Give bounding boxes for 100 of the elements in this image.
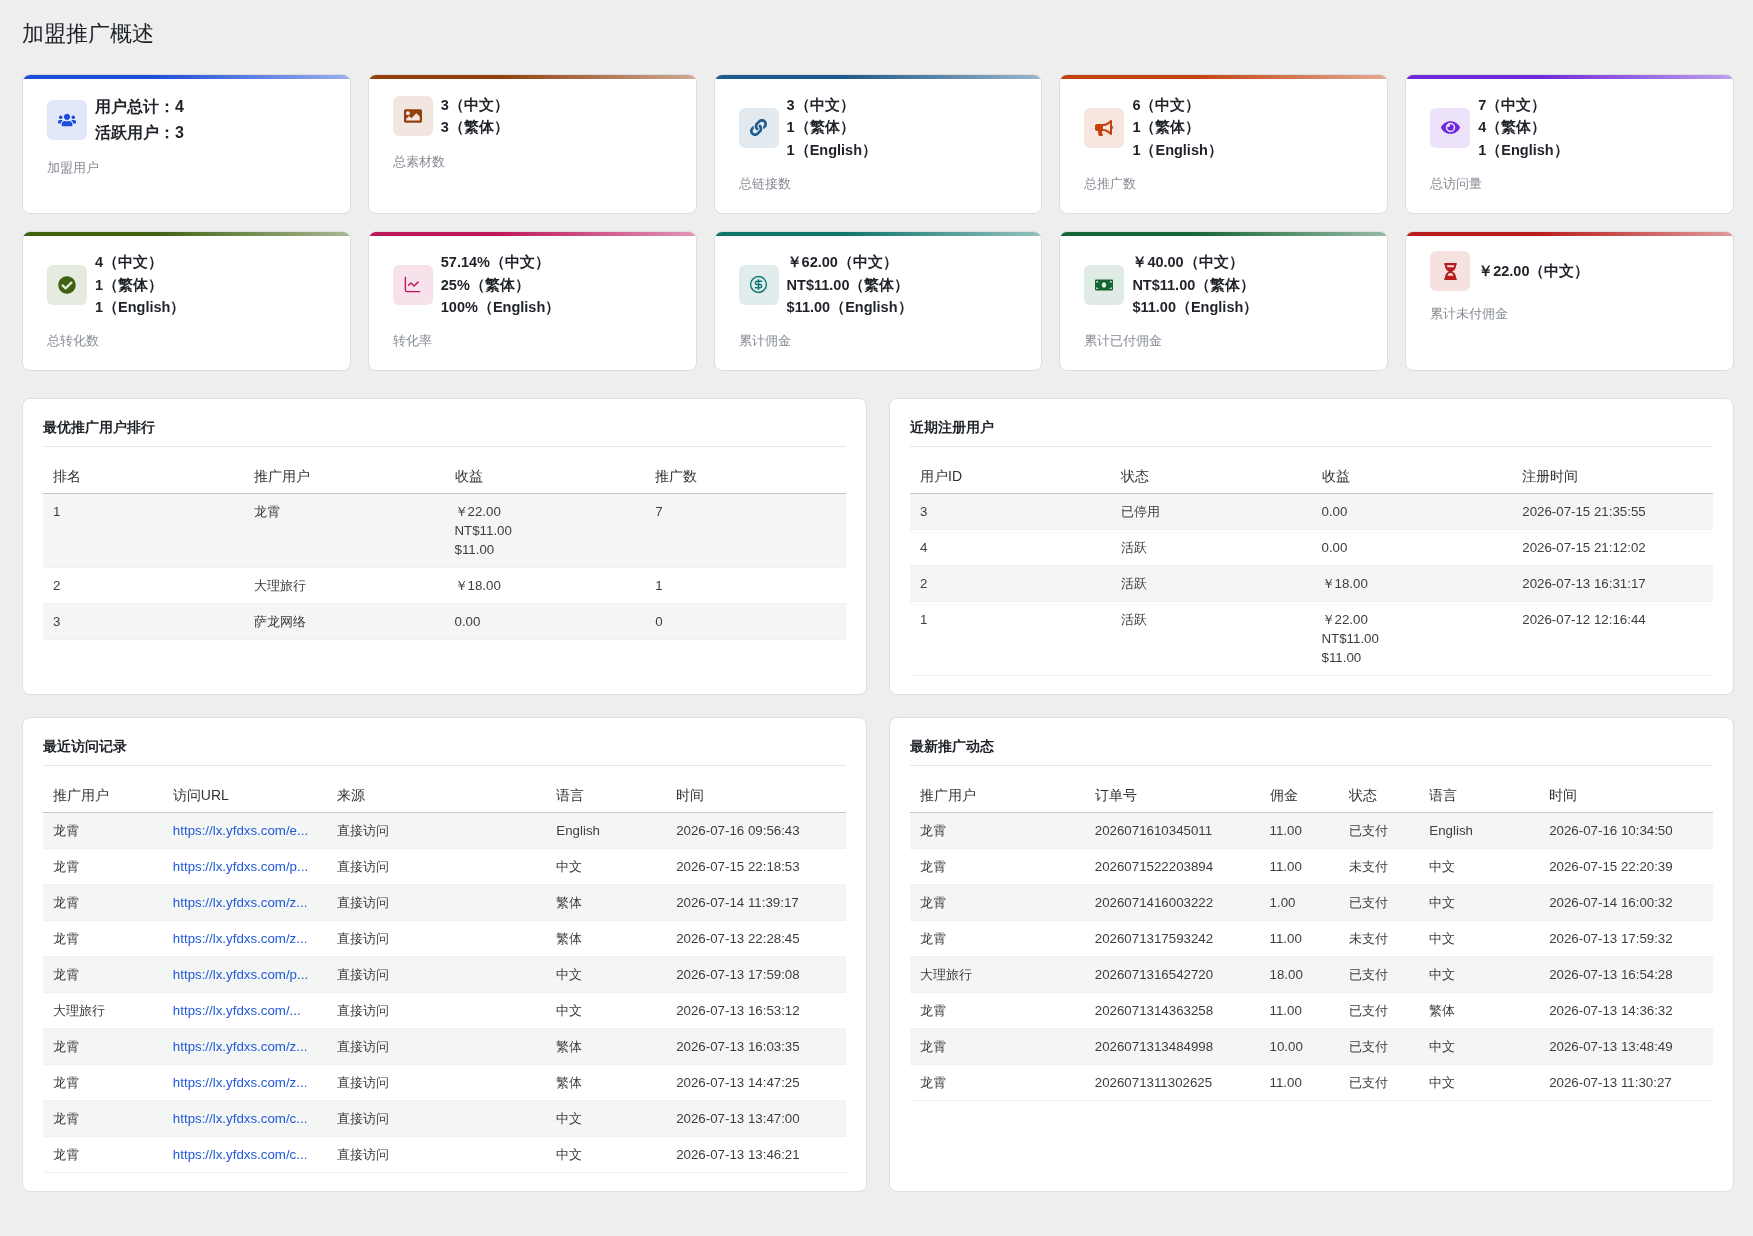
table-cell: 2026-07-15 21:35:55 (1512, 493, 1713, 530)
table-cell: 已支付 (1339, 1028, 1420, 1065)
url-link[interactable]: https://lx.yfdxs.com/... (172, 1003, 301, 1019)
table-cell: 2026-07-14 16:00:32 (1539, 884, 1713, 921)
table-cell: 龙霄 (43, 1028, 163, 1065)
table-cell: 中文 (546, 848, 667, 885)
table-cell: 已支付 (1339, 956, 1420, 993)
column-header: 收益 (1311, 459, 1513, 494)
table-cell: 3 (43, 603, 244, 640)
table-cell: 龙霄 (910, 848, 1085, 885)
column-header: 注册时间 (1512, 459, 1713, 494)
table-cell: 直接访问 (326, 1100, 547, 1137)
amount-text: ￥22.00 (1321, 611, 1368, 630)
url-link[interactable]: https://lx.yfdxs.com/c... (172, 1111, 308, 1127)
stat-value: 57.14%（中文） (440, 253, 550, 273)
amount-text: NT$11.00 (454, 522, 512, 541)
table-cell: 7 (645, 493, 846, 568)
column-header: 收益 (444, 459, 646, 494)
amount-text: 0.00 (1321, 539, 1348, 558)
table-cell: 中文 (1419, 884, 1540, 921)
table-cell: 直接访问 (326, 1064, 547, 1101)
table-cell: 龙霄 (43, 812, 163, 849)
eye-icon (1430, 107, 1471, 148)
stat-label: 累计未付佣金 (1430, 306, 1509, 324)
stat-value: 25%（繁体） (440, 275, 530, 295)
megaphone-icon (1084, 107, 1125, 148)
table-cell: 直接访问 (326, 1136, 547, 1173)
table-cell: 1 (910, 601, 1111, 676)
table-cell: 2026-07-13 14:47:25 (666, 1064, 846, 1101)
table-cell: 龙霄 (910, 992, 1085, 1029)
stat-value: 1（繁体） (786, 118, 855, 138)
column-header: 来源 (326, 778, 547, 813)
table-cell: 龙霄 (43, 1136, 163, 1173)
table-cell: 4 (910, 529, 1111, 566)
table-cell: 10.00 (1259, 1028, 1340, 1065)
table-cell: 2026-07-13 14:36:32 (1539, 992, 1713, 1029)
column-header: 推广数 (645, 459, 846, 494)
table-cell: 2026071317593242 (1084, 920, 1260, 957)
table-cell: 2026-07-13 11:30:27 (1539, 1064, 1713, 1101)
table-cell: 2026-07-16 09:56:43 (666, 812, 846, 849)
table-cell: 直接访问 (326, 1028, 547, 1065)
url-link[interactable]: https://lx.yfdxs.com/p... (172, 967, 309, 983)
column-header: 排名 (43, 459, 244, 494)
column-header: 访问URL (162, 778, 327, 813)
column-header: 推广用户 (243, 459, 445, 494)
url-link[interactable]: https://lx.yfdxs.com/e... (172, 823, 309, 839)
url-link[interactable]: https://lx.yfdxs.com/c... (172, 1147, 308, 1163)
table-cell: 2026-07-13 16:54:28 (1539, 956, 1713, 993)
table-cell: 2026-07-13 17:59:08 (666, 956, 846, 993)
table-cell: 繁体 (546, 920, 667, 957)
link-icon (738, 107, 779, 148)
line-chart-icon (392, 264, 433, 305)
table-cell: 2026071416003222 (1084, 884, 1260, 921)
stat-value: 1（繁体） (1132, 118, 1201, 138)
table-cell: 2026071522203894 (1084, 848, 1260, 885)
table-cell: 2026071314363258 (1084, 992, 1260, 1029)
hourglass-icon (1430, 251, 1471, 292)
table-cell: 中文 (546, 1136, 667, 1173)
table-cell: 龙霄 (910, 920, 1085, 957)
table-cell: 龙霄 (43, 884, 163, 921)
table-cell: 11.00 (1259, 992, 1340, 1029)
table-cell: 已支付 (1339, 992, 1420, 1029)
table-cell: 直接访问 (326, 884, 547, 921)
table-cell: 2 (43, 567, 244, 604)
table-cell: 已支付 (1339, 812, 1420, 849)
url-link[interactable]: https://lx.yfdxs.com/z... (172, 1039, 308, 1055)
table-cell: 2026-07-13 17:59:32 (1539, 920, 1713, 957)
table-cell: 2026-07-15 21:12:02 (1512, 529, 1713, 566)
table-cell: 2026-07-12 12:16:44 (1512, 601, 1713, 676)
table-cell: 龙霄 (910, 812, 1085, 849)
table-cell: 0 (645, 603, 846, 640)
column-header: 订单号 (1084, 778, 1260, 813)
table-cell: 活跃 (1110, 601, 1312, 676)
table-cell: 1 (645, 567, 846, 604)
page-title: 加盟推广概述 (22, 20, 154, 48)
url-link[interactable]: https://lx.yfdxs.com/p... (172, 859, 309, 875)
table-cell: 龙霄 (910, 1064, 1085, 1101)
table-cell: 中文 (1419, 1064, 1540, 1101)
amount-text: ￥18.00 (1321, 575, 1368, 594)
url-link[interactable]: https://lx.yfdxs.com/z... (172, 895, 308, 911)
picture-icon (392, 96, 433, 137)
table-cell: 18.00 (1259, 956, 1340, 993)
column-header: 佣金 (1259, 778, 1340, 813)
stat-label: 总链接数 (738, 176, 791, 194)
panel-title: 近期注册用户 (910, 417, 1713, 448)
url-link[interactable]: https://lx.yfdxs.com/z... (172, 931, 308, 947)
table-cell: 1 (43, 493, 244, 568)
table-cell: 龙霄 (43, 1064, 163, 1101)
stat-value: 活跃用户：3 (95, 122, 184, 143)
stat-value: NT$11.00（繁体） (786, 275, 910, 295)
panel-title: 最优推广用户排行 (43, 417, 846, 448)
table-cell: 2026-07-13 13:46:21 (666, 1136, 846, 1173)
column-header: 语言 (1419, 778, 1540, 813)
table-cell: 2026-07-16 10:34:50 (1539, 812, 1713, 849)
stat-value: $11.00（English） (1132, 298, 1259, 318)
table-cell: 大理旅行 (43, 992, 163, 1029)
url-link[interactable]: https://lx.yfdxs.com/z... (172, 1075, 308, 1091)
column-header: 时间 (1539, 778, 1713, 813)
stat-value: 6（中文） (1132, 96, 1201, 115)
column-header: 语言 (546, 778, 667, 813)
